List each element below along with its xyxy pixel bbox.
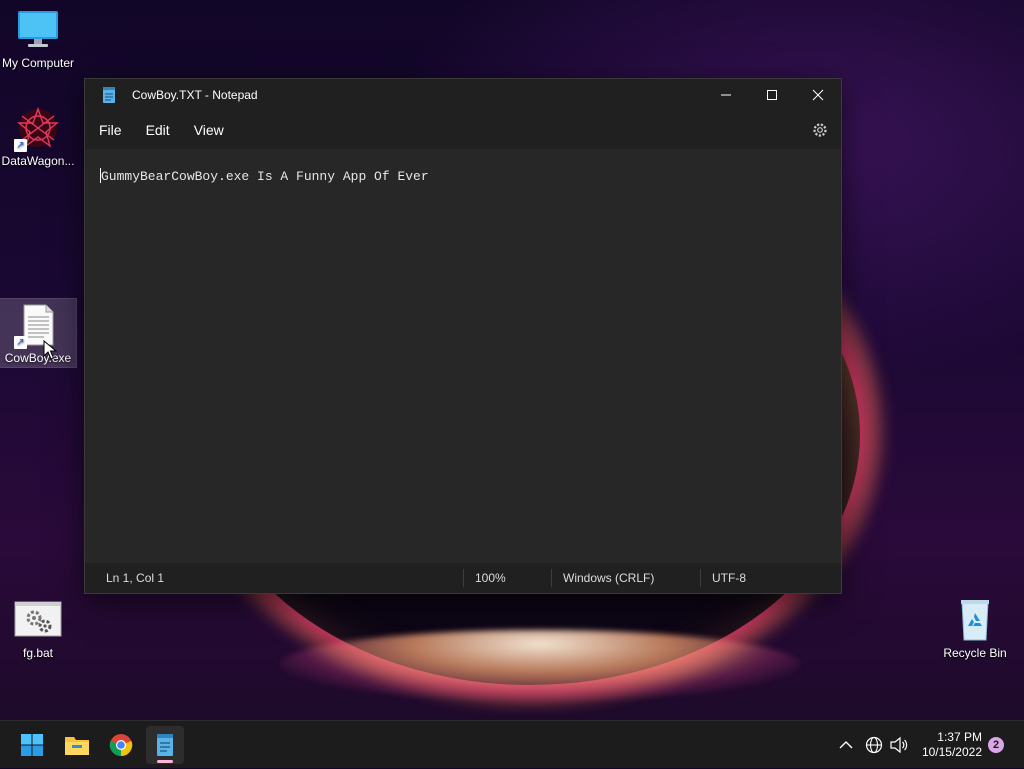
batch-file-gear-icon [14, 598, 62, 642]
speaker-icon [890, 736, 908, 754]
notepad-icon [157, 734, 173, 756]
maximize-button[interactable] [749, 79, 795, 111]
volume-button[interactable] [888, 721, 910, 769]
status-zoom: 100% [463, 569, 551, 587]
desktop-icon-cowboy-exe[interactable]: ↗ CowBoy.exe [0, 298, 77, 368]
datawagon-star-icon: ↗ [14, 106, 60, 152]
close-icon [812, 89, 824, 101]
notepad-taskbar-button[interactable] [146, 726, 184, 764]
network-button[interactable] [864, 721, 884, 769]
folder-icon [65, 737, 89, 755]
shortcut-arrow-icon: ↗ [14, 336, 27, 349]
notepad-window[interactable]: CowBoy.TXT - Notepad File Edit View Gumm… [84, 78, 842, 594]
minimize-button[interactable] [703, 79, 749, 111]
status-cursor-position: Ln 1, Col 1 [106, 571, 165, 585]
clock-time: 1:37 PM [937, 730, 982, 744]
recycle-bin-icon [953, 598, 997, 642]
desktop-icon-recycle-bin[interactable]: Recycle Bin [937, 598, 1013, 660]
text-editor[interactable]: GummyBearCowBoy.exe Is A Funny App Of Ev… [85, 149, 841, 563]
menu-view[interactable]: View [182, 115, 236, 145]
desktop-icon-fg-bat[interactable]: fg.bat [0, 598, 76, 660]
desktop-icon-my-computer[interactable]: My Computer [0, 8, 76, 70]
desktop-icon-label: fg.bat [22, 646, 54, 660]
start-button[interactable] [13, 726, 51, 764]
notepad-icon [102, 87, 116, 103]
maximize-icon [767, 90, 777, 100]
mouse-cursor-icon [43, 340, 57, 360]
monitor-icon [16, 8, 60, 52]
menu-bar: File Edit View [85, 111, 841, 149]
desktop-icon-label: Recycle Bin [943, 646, 1007, 660]
close-button[interactable] [795, 79, 841, 111]
taskbar: 1:37 PM 10/15/2022 2 [0, 720, 1024, 768]
wallpaper-horizon [280, 630, 800, 700]
minimize-icon [721, 94, 731, 96]
show-hidden-icons-button[interactable] [836, 721, 856, 769]
desktop-icon-label: My Computer [1, 56, 75, 70]
clock-button[interactable]: 1:37 PM 10/15/2022 [922, 730, 982, 760]
status-line-ending: Windows (CRLF) [551, 569, 700, 587]
chevron-up-icon [839, 741, 853, 749]
menu-edit[interactable]: Edit [134, 115, 182, 145]
clock-date: 10/15/2022 [921, 745, 982, 759]
window-title: CowBoy.TXT - Notepad [132, 88, 258, 102]
chrome-icon [109, 734, 133, 757]
shortcut-arrow-icon: ↗ [14, 139, 27, 152]
desktop-icon-datawagon[interactable]: ↗ DataWagon... [0, 106, 76, 168]
globe-icon [865, 736, 883, 754]
active-app-indicator [157, 760, 173, 763]
chrome-button[interactable] [102, 726, 140, 764]
notification-badge[interactable]: 2 [988, 737, 1004, 753]
editor-content: GummyBearCowBoy.exe Is A Funny App Of Ev… [101, 169, 429, 184]
desktop-icon-label: DataWagon... [1, 154, 75, 168]
status-encoding: UTF-8 [700, 569, 820, 587]
gear-icon [813, 123, 827, 137]
windows-logo-icon [21, 734, 43, 756]
menu-file[interactable]: File [87, 115, 134, 145]
desktop-icon-label: CowBoy.exe [4, 351, 72, 365]
settings-button[interactable] [811, 121, 829, 139]
file-explorer-button[interactable] [58, 726, 96, 764]
title-bar[interactable]: CowBoy.TXT - Notepad [85, 79, 841, 111]
status-bar: Ln 1, Col 1 100% Windows (CRLF) UTF-8 [85, 563, 841, 593]
